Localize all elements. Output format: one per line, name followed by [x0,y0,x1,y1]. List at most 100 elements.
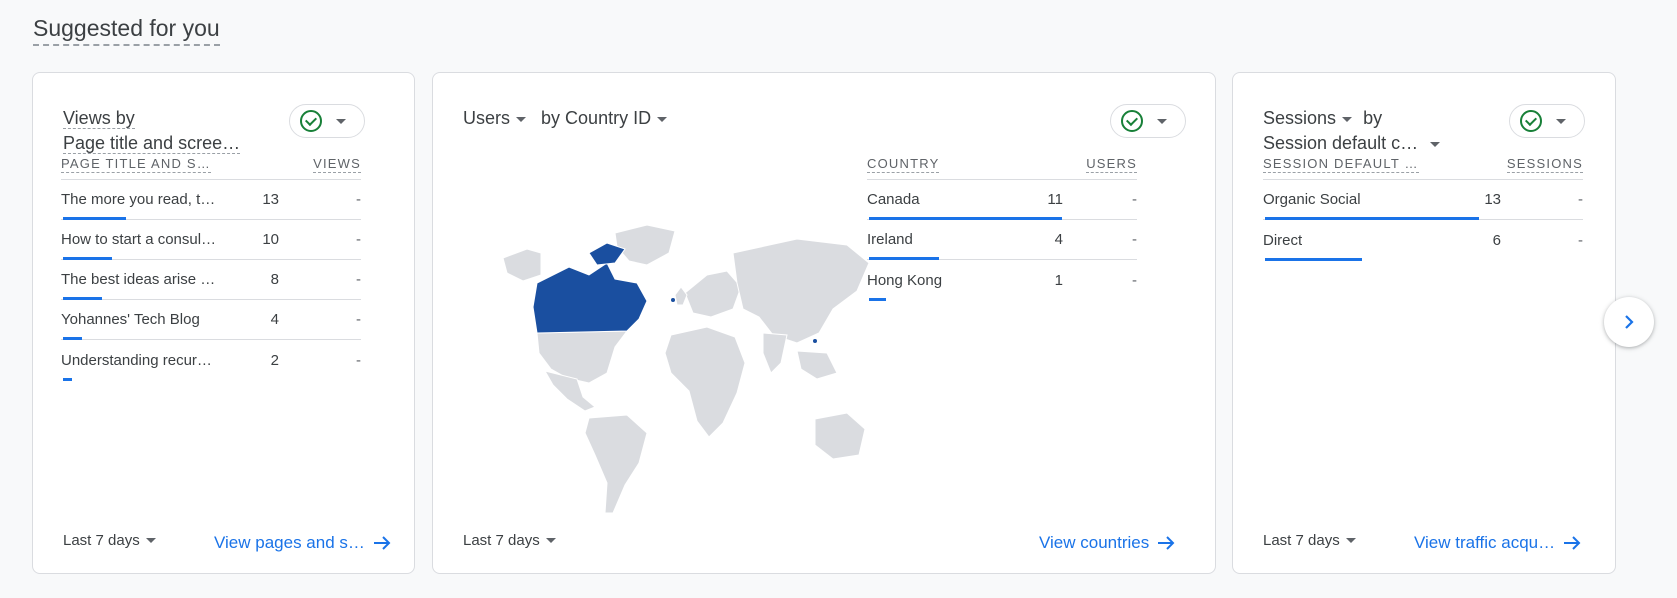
column-header-dimension[interactable]: SESSION DEFAULT … [1263,156,1419,173]
row-change: - [356,191,361,208]
row-label: Ireland [867,231,913,248]
card-title: Views by Page title and scree… [63,106,241,156]
table-row[interactable]: Direct 6 - [1263,220,1583,261]
table-header: COUNTRY USERS [867,150,1137,180]
row-change: - [1578,191,1583,208]
arrow-right-icon [373,536,391,550]
row-change: - [356,351,361,369]
chevron-right-icon [1625,315,1634,329]
caret-down-icon [145,538,156,543]
row-label: The best ideas arise … [61,271,216,288]
table-row[interactable]: Hong Kong 1 - [867,260,1137,301]
caret-down-icon [336,118,346,124]
card-title: Users by Country ID [463,106,668,131]
map-alaska [502,248,542,282]
row-value: 10 [262,231,279,248]
map-greenland [614,224,676,266]
map-europe [684,270,742,318]
column-header-metric[interactable]: VIEWS [313,156,361,173]
caret-down-icon [1157,118,1167,124]
row-label: Canada [867,191,920,208]
metric-label: Sessions [1263,108,1337,128]
row-value-bar [1265,258,1363,261]
row-value: 4 [270,311,279,328]
row-change: - [1578,231,1583,249]
arrow-right-icon [1158,536,1175,550]
data-table: COUNTRY USERS Canada 11- Ireland 4- Hong Kon… [867,150,1137,301]
row-label: How to start a consul… [61,231,217,248]
date-range-selector[interactable]: Last 7 days [463,532,556,549]
view-link-label: View traffic acqu… [1414,533,1556,552]
map-canada-highlighted [532,262,648,334]
check-circle-icon [300,110,322,132]
metric-selector[interactable]: Users [463,108,527,128]
view-link[interactable]: View countries [1039,533,1175,553]
row-value: 2 [270,351,279,369]
metric-selector[interactable]: Sessions [1263,108,1353,128]
view-link[interactable]: View traffic acqu… [1414,533,1581,553]
arrow-right-icon [1564,536,1581,550]
row-label: Yohannes' Tech Blog [61,311,200,328]
caret-down-icon [657,116,668,122]
row-value: 11 [1047,191,1063,208]
table-row[interactable]: The best ideas arise … 8 - [61,260,361,300]
dimension-selector[interactable]: by Country ID [541,108,668,128]
row-value-bar [63,378,73,381]
date-range-selector[interactable]: Last 7 days [1263,532,1356,549]
table-row[interactable]: Understanding recur… 2 - [61,340,361,381]
date-range-label: Last 7 days [1263,532,1340,549]
check-circle-icon [1520,110,1542,132]
map-asia [732,238,870,344]
view-link[interactable]: View pages and s… [214,533,391,553]
table-header: SESSION DEFAULT … SESSIONS [1263,150,1583,180]
card-sessions-by-channel: Sessions by Session default c… SESSION D… [1232,72,1616,574]
map-southeast-asia [796,350,838,380]
card-title-metric[interactable]: Views by [63,108,135,129]
row-change: - [1132,191,1137,208]
row-change: - [1132,231,1137,248]
metric-label: Users [463,108,511,128]
caret-down-icon [516,116,527,122]
date-range-selector[interactable]: Last 7 days [63,532,156,549]
row-change: - [1132,271,1137,289]
row-label: Hong Kong [867,271,943,289]
caret-down-icon [1430,141,1441,147]
row-label: Direct [1263,231,1303,249]
status-chip[interactable] [1110,104,1186,138]
map-india [762,332,788,374]
title-by: by [1363,108,1383,128]
map-ireland-highlighted [671,298,675,302]
column-header-metric[interactable]: USERS [1086,156,1137,173]
section-title[interactable]: Suggested for you [33,14,220,46]
map-uk-ireland [674,286,688,306]
column-header-metric[interactable]: SESSIONS [1506,156,1583,173]
row-label: Organic Social [1263,191,1361,208]
view-link-label: View countries [1039,533,1150,552]
row-value-bar [869,298,886,301]
row-value: 1 [1054,271,1063,289]
map-australia [814,412,866,460]
column-header-dimension[interactable]: COUNTRY [867,156,940,173]
map-africa [664,326,746,438]
caret-down-icon [1345,538,1356,543]
row-label: Understanding recur… [61,351,212,369]
card-users-by-country: Users by Country ID COUNTRY USERS Canada… [432,72,1216,574]
table-row[interactable]: Ireland 4 - [867,220,1137,260]
status-chip[interactable] [289,104,365,138]
table-row[interactable]: Yohannes' Tech Blog 4 - [61,300,361,340]
map-hong-kong-highlighted [813,339,817,343]
column-header-dimension[interactable]: PAGE TITLE AND S… [61,156,211,173]
row-change: - [356,271,361,288]
row-change: - [356,231,361,248]
view-link-label: View pages and s… [214,533,365,552]
row-value: 6 [1492,231,1501,249]
status-chip[interactable] [1509,104,1585,138]
date-range-label: Last 7 days [63,532,140,549]
table-row[interactable]: Organic Social 13 - [1263,180,1583,220]
next-cards-button[interactable] [1604,297,1654,347]
check-circle-icon [1121,110,1143,132]
table-row[interactable]: The more you read, t… 13 - [61,180,361,220]
caret-down-icon [545,538,556,543]
table-row[interactable]: How to start a consul… 10 - [61,220,361,260]
table-row[interactable]: Canada 11 - [867,180,1137,220]
